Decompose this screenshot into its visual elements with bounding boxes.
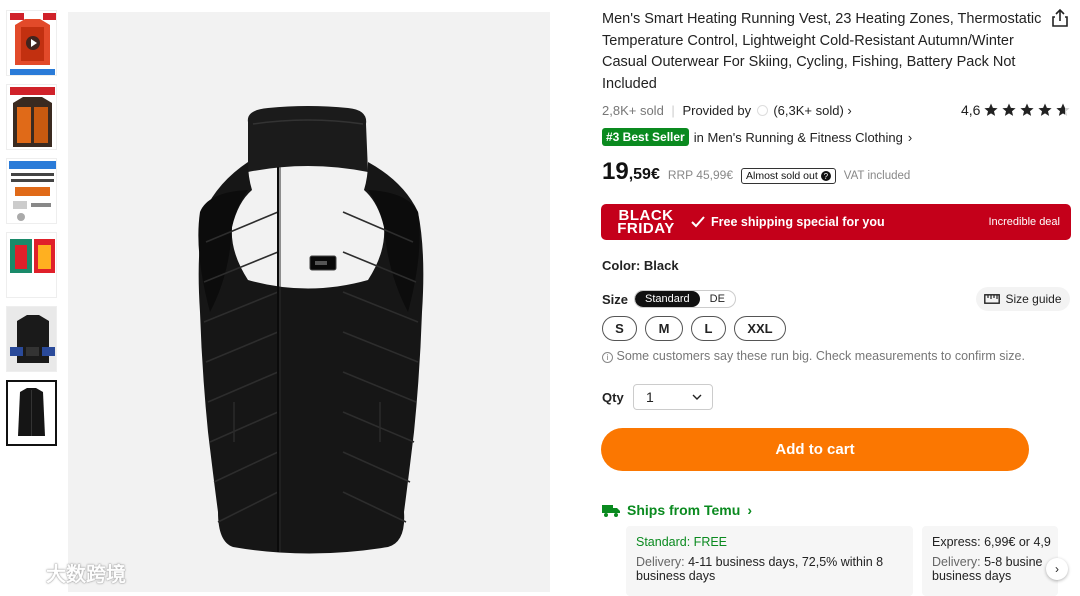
size-label: Size [602,291,629,307]
chevron-right-icon[interactable]: › [1046,558,1068,580]
size-option-s[interactable]: S [602,316,637,341]
size-option-l[interactable]: L [691,316,726,341]
add-to-cart-button[interactable]: Add to cart [601,428,1029,471]
price-decimal: ,59€ [628,166,660,183]
ruler-icon [984,294,1001,304]
best-seller-row[interactable]: #3 Best Seller in Men's Running & Fitnes… [602,128,912,146]
thumbnail-strip [6,10,58,454]
size-option-xxl[interactable]: XXL [734,316,786,341]
promo-banner: BLACK FRIDAY Free shipping special for y… [601,204,1071,240]
price-row: 19,59€ RRP 45,99€ Almost sold out ? VAT … [602,158,910,186]
size-system-toggle: Standard DE [634,290,736,308]
deal-label: Incredible deal [988,216,1060,228]
provided-by-label: Provided by [682,103,752,118]
thumbnail-3[interactable] [6,158,57,224]
thumbnail-4[interactable] [6,232,57,298]
provider-sold: (6,3K+ sold) [773,103,844,118]
product-main-image[interactable] [68,12,550,592]
quantity-select[interactable]: 1 [633,384,713,410]
size-system-standard[interactable]: Standard [635,291,700,307]
chevron-right-icon: › [847,103,852,118]
almost-sold-out-badge[interactable]: Almost sold out ? [741,168,836,184]
chevron-right-icon: › [747,502,752,518]
express-delivery-value: 5-8 busine [984,555,1043,569]
checkmark-icon [691,216,705,228]
info-icon: i [602,352,613,363]
price-integer: 19 [602,158,629,185]
quantity-label: Qty [602,390,624,405]
thumbnail-6-active[interactable] [6,380,57,446]
free-shipping: Free shipping special for you [691,215,885,229]
watermark: 大数跨境 [10,558,126,587]
truck-icon [602,504,620,517]
chevron-down-icon [692,394,702,400]
fit-note-text: Some customers say these run big. Check … [616,349,1025,363]
express-delivery-line2: business days [932,569,1012,583]
fit-note: i Some customers say these run big. Chec… [602,349,1025,363]
star-half-icon [1056,103,1071,116]
express-delivery-label: Delivery: [932,555,981,569]
thumbnail-1[interactable] [6,10,57,76]
product-title: Men's Smart Heating Running Vest, 23 Hea… [602,11,1042,92]
size-option-m[interactable]: M [645,316,683,341]
express-shipping-title: Express: 6,99€ or 4,9 [932,535,1051,549]
watermark-logo-icon [10,564,40,581]
best-seller-badge: #3 Best Seller [602,128,689,146]
size-options: S M L XXL [602,316,786,341]
best-seller-category: in Men's Running & Fitness Clothing [693,129,903,145]
rating-value: 4,6 [961,102,981,118]
price-rrp: RRP 45,99€ [667,168,733,182]
help-icon: ? [820,171,831,181]
color-label: Color: Black [602,258,679,273]
size-guide-label: Size guide [1005,292,1062,306]
store-logo-icon [756,105,768,116]
express-delivery: Delivery: 5-8 busine [932,555,1048,569]
star-icon [1020,103,1035,116]
standard-shipping-title: Standard: FREE [636,535,728,549]
thumbnail-2[interactable] [6,84,57,150]
ships-from-link[interactable]: Ships from Temu › [602,502,752,518]
black-friday-line2: FRIDAY [617,220,675,237]
almost-sold-out-label: Almost sold out [746,170,818,182]
watermark-text: 大数跨境 [46,564,126,586]
price-current: 19,59€ [602,158,660,186]
size-guide-button[interactable]: Size guide [976,287,1070,311]
star-icon [1038,103,1053,116]
sales-info: 2,8K+ sold | Provided by (6,3K+ sold) › [602,103,852,118]
free-shipping-text: Free shipping special for you [711,215,885,229]
standard-delivery-label: Delivery: [636,555,685,569]
shipping-card-express[interactable]: Express: 6,99€ or 4,9 Delivery: 5-8 busi… [922,526,1058,596]
black-friday-logo: BLACK FRIDAY [601,208,691,237]
provided-by-link[interactable]: Provided by (6,3K+ sold) › [682,103,851,118]
sold-count: 2,8K+ sold [602,103,664,118]
star-icon [984,103,999,116]
ships-from-label: Ships from Temu [627,502,741,518]
share-icon[interactable] [1050,8,1070,28]
vat-note: VAT included [843,170,911,182]
star-icon [1002,103,1017,116]
thumbnail-5[interactable] [6,306,57,372]
rating[interactable]: 4,6 [961,102,1071,118]
quantity-value: 1 [646,389,654,405]
shipping-card-standard[interactable]: Standard: FREE Delivery: 4-11 business d… [626,526,913,596]
chevron-right-icon: › [907,129,913,145]
size-row: Size Standard DE [602,290,736,308]
standard-delivery: Delivery: 4-11 business days, 72,5% with… [636,555,903,583]
size-system-de[interactable]: DE [700,291,735,307]
